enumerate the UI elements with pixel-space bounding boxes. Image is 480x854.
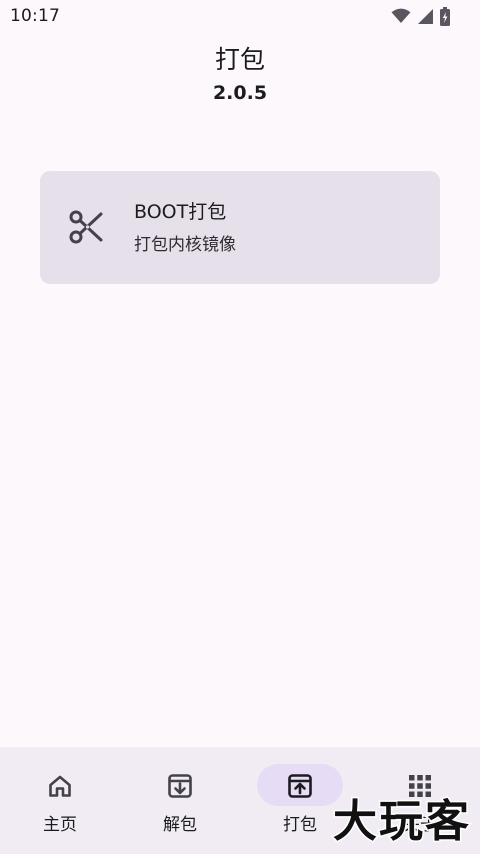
nav-item-unpack[interactable]: 解包 <box>120 747 240 854</box>
nav-label-about: 关于 <box>403 815 437 835</box>
status-icons <box>391 6 450 26</box>
boot-pack-card[interactable]: BOOT打包 打包内核镜像 <box>40 171 440 284</box>
page-header: 打包 2.0.5 <box>0 42 480 106</box>
nav-label-pack: 打包 <box>283 815 317 835</box>
wifi-icon <box>391 8 411 24</box>
archive-upload-icon <box>286 772 314 800</box>
status-bar: 10:17 <box>0 0 480 32</box>
nav-item-about[interactable]: 关于 <box>360 747 480 854</box>
archive-download-icon <box>166 772 194 800</box>
nav-label-unpack: 解包 <box>163 815 197 835</box>
page-title: 打包 <box>214 45 265 74</box>
home-icon <box>46 772 74 800</box>
nav-item-home[interactable]: 主页 <box>0 747 120 854</box>
version-label: 2.0.5 <box>212 82 268 104</box>
cell-signal-icon <box>417 8 434 25</box>
card-subtitle: 打包内核镜像 <box>134 235 236 255</box>
scissors-icon <box>66 207 106 247</box>
nav-item-pack[interactable]: 打包 <box>240 747 360 854</box>
status-time: 10:17 <box>10 6 60 26</box>
grid-icon <box>406 772 434 800</box>
bottom-navigation: 主页 解包 打包 关于 <box>0 747 480 854</box>
card-title: BOOT打包 <box>134 201 227 223</box>
battery-icon <box>440 6 450 26</box>
nav-label-home: 主页 <box>43 815 77 835</box>
